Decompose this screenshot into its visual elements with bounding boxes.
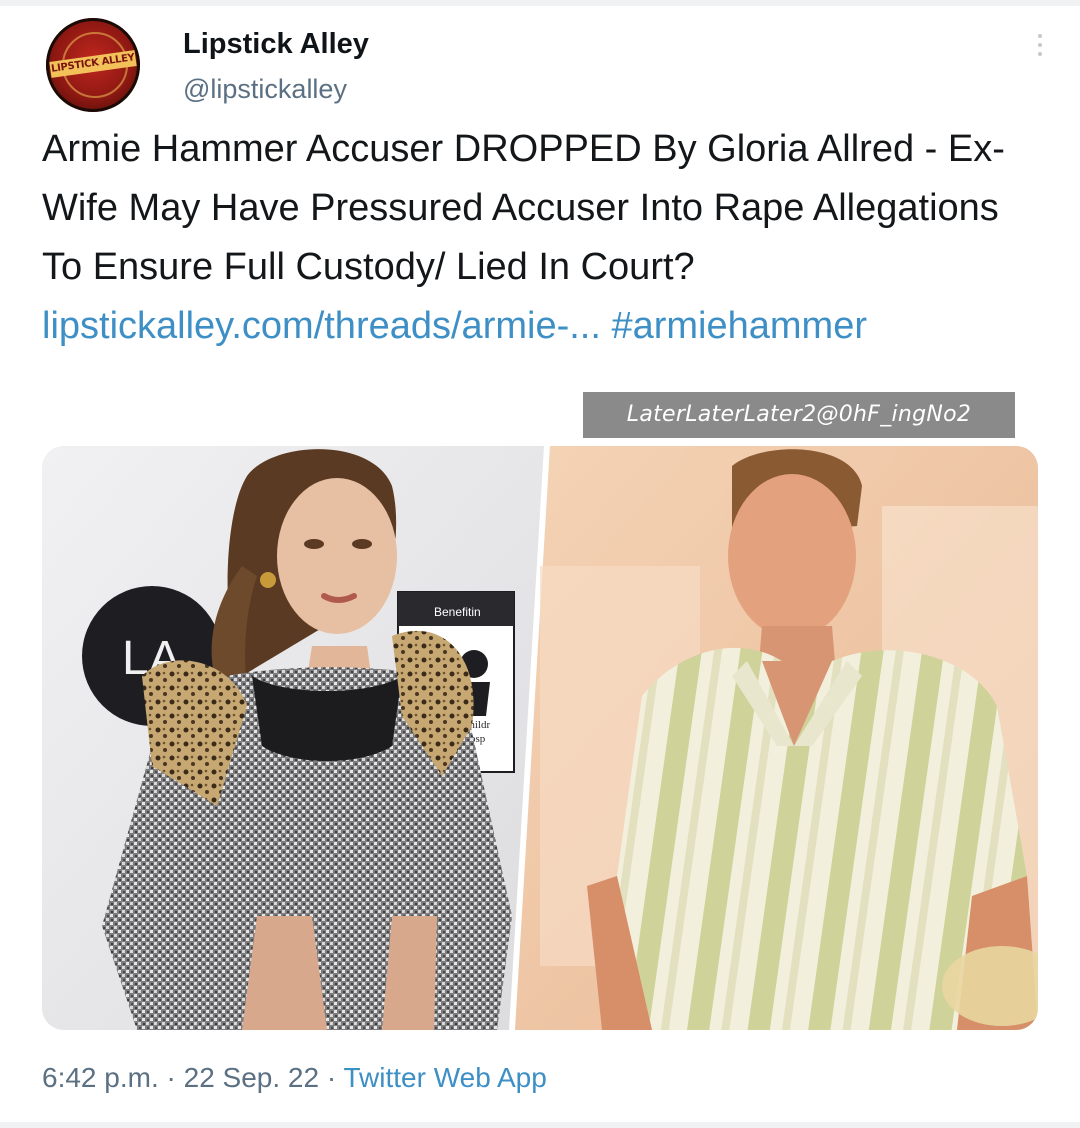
bottom-divider [0, 1122, 1080, 1128]
right-photo [515, 446, 1038, 1030]
meta-separator: · [326, 1062, 337, 1093]
account-handle[interactable]: @lipstickalley [183, 74, 347, 105]
tweet-text: Armie Hammer Accuser DROPPED By Gloria A… [42, 128, 1005, 288]
tweet-time[interactable]: 6:42 p.m. [42, 1062, 159, 1093]
backdrop-board-text: Benefitin [434, 605, 481, 619]
top-divider [0, 0, 1080, 6]
account-avatar[interactable]: LIPSTICK ALLEY [46, 18, 140, 112]
hashtag-link[interactable]: #armiehammer [611, 305, 867, 347]
account-name[interactable]: Lipstick Alley [183, 28, 369, 61]
tweet-source[interactable]: Twitter Web App [343, 1062, 546, 1093]
watermark: LaterLaterLater2@0hF_ingNo2 [583, 392, 1015, 438]
tweet-link[interactable]: lipstickalley.com/threads/armie-... [42, 305, 601, 347]
meta-separator: · [166, 1062, 176, 1093]
left-photo: LA Benefitin Childr Hosp [42, 446, 547, 1030]
tweet-media-image[interactable]: LA Benefitin Childr Hosp [42, 446, 1038, 1030]
tweet-body: Armie Hammer Accuser DROPPED By Gloria A… [42, 120, 1042, 356]
tweet-date[interactable]: 22 Sep. 22 [184, 1062, 319, 1093]
more-options-icon[interactable] [1030, 34, 1050, 60]
tweet-timestamp: 6:42 p.m. · 22 Sep. 22 · Twitter Web App [42, 1062, 547, 1094]
